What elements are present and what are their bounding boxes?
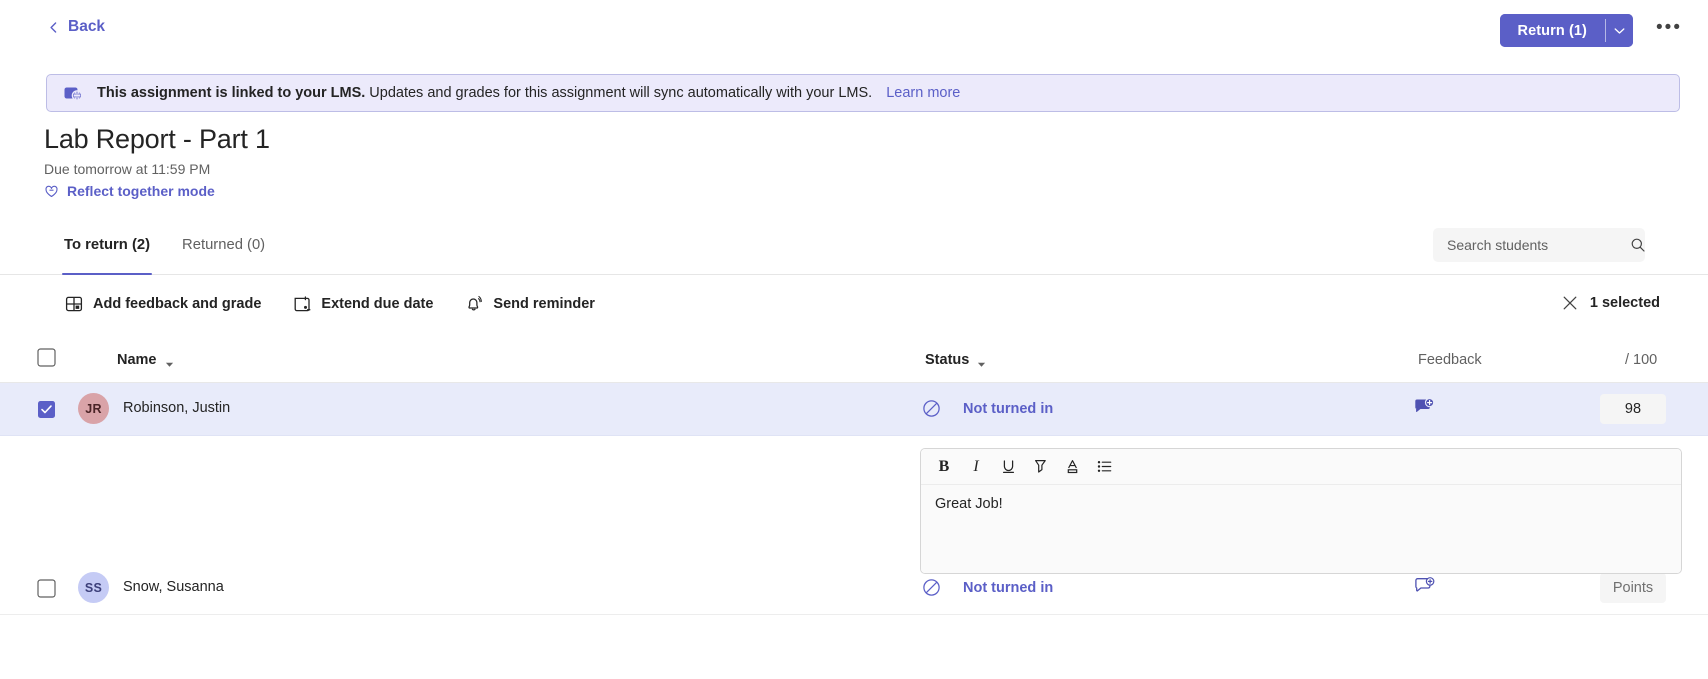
search-input[interactable] [1445,235,1630,254]
tab-list: To return (2) Returned (0) [48,215,281,275]
font-color-button[interactable] [1057,453,1087,481]
underline-icon [1000,458,1017,475]
add-feedback-grade-icon [65,295,83,313]
font-color-icon [1064,458,1081,475]
calendar-extend-icon [293,295,311,313]
back-label: Back [68,18,106,35]
page-title: Lab Report - Part 1 [44,124,270,154]
student-name: Snow, Susanna [123,579,224,595]
avatar-initials: SS [84,580,103,595]
highlight-button[interactable] [1025,453,1055,481]
feedback-editor-toolbar: B I [921,449,1681,485]
tab-to-return[interactable]: To return (2) [48,215,166,275]
add-feedback-and-grade-button[interactable]: Add feedback and grade [55,289,271,319]
avatar: SS [78,572,109,603]
return-button[interactable]: Return (1) [1499,14,1605,47]
avatar-initials: JR [85,401,102,416]
column-header-feedback: Feedback [1418,351,1482,369]
top-bar: Back Return (1) ••• [0,0,1708,62]
tab-returned-label: Returned (0) [182,237,266,253]
highlighter-icon [1032,458,1049,475]
clear-selection-button[interactable]: 1 selected [1562,295,1660,311]
assignment-header: Lab Report - Part 1 Due tomorrow at 11:5… [44,122,270,199]
not-turned-in-icon [922,399,941,418]
bell-icon [465,295,483,313]
select-all-checkbox[interactable] [37,348,56,372]
status-cell: Not turned in [922,399,1053,418]
points-cell[interactable] [1600,573,1666,603]
bulleted-list-button[interactable] [1089,453,1119,481]
italic-button[interactable]: I [961,453,991,481]
table-row-main: JR Robinson, Justin Not turned in [0,383,1708,435]
send-reminder-button[interactable]: Send reminder [455,289,605,319]
column-header-name[interactable]: Name [117,352,174,368]
row-checkbox[interactable] [37,579,56,603]
learn-more-link[interactable]: Learn more [886,85,960,101]
send-reminder-label: Send reminder [493,296,595,312]
column-header-name-label: Name [117,352,157,368]
table-header-row: Name Status Feedback / 100 [0,338,1708,383]
italic-icon: I [973,457,979,475]
feedback-added-icon[interactable] [1414,397,1435,423]
due-date-text: Due tomorrow at 11:59 PM [44,161,211,177]
lms-link-icon [63,83,83,103]
add-feedback-and-grade-label: Add feedback and grade [93,296,262,312]
column-header-feedback-label: Feedback [1418,352,1482,368]
status-label: Not turned in [963,400,1054,417]
bulleted-list-icon [1096,458,1113,475]
extend-due-date-label: Extend due date [321,296,434,312]
column-header-status-label: Status [925,352,970,368]
tab-to-return-label: To return (2) [64,237,151,253]
column-header-status[interactable]: Status [925,352,986,368]
heart-outline-icon [44,184,59,199]
chevron-left-icon [48,21,59,33]
selection-count-label: 1 selected [1589,295,1660,311]
back-button[interactable]: Back [48,18,105,36]
chevron-down-icon [1614,23,1625,38]
sort-caret-down-icon [165,356,174,367]
banner-strong-text: This assignment is linked to your LMS. [97,85,366,101]
return-split-button[interactable]: Return (1) [1499,14,1633,47]
assignment-grading-page: Back Return (1) ••• This assignment is l… [0,0,1708,679]
column-header-points: / 100 [1625,351,1657,369]
not-turned-in-icon [922,578,941,597]
reflect-together-mode-link[interactable]: Reflect together mode [44,183,270,199]
return-dropdown-button[interactable] [1606,14,1633,47]
bulk-actions: Add feedback and grade Extend due date S… [55,289,605,319]
status-cell: Not turned in [922,578,1053,597]
feedback-text-area[interactable]: Great Job! [921,485,1681,573]
extend-due-date-button[interactable]: Extend due date [283,289,443,319]
points-cell[interactable] [1600,394,1666,424]
points-input[interactable] [1600,573,1666,603]
underline-button[interactable] [993,453,1023,481]
search-students-box[interactable] [1433,228,1645,262]
search-icon [1630,237,1646,253]
bold-icon: B [938,457,950,475]
student-name: Robinson, Justin [123,400,231,416]
more-options-button[interactable]: ••• [1652,14,1686,47]
column-header-points-label: / 100 [1625,352,1658,368]
table-row[interactable]: JR Robinson, Justin Not turned in [0,383,1708,436]
close-icon [1562,295,1578,311]
bulk-action-toolbar: Add feedback and grade Extend due date S… [0,275,1708,338]
tabs-bar: To return (2) Returned (0) [0,215,1708,275]
bold-button[interactable]: B [929,453,959,481]
row-checkbox-checked[interactable] [37,400,56,424]
lms-link-banner: This assignment is linked to your LMS. U… [46,74,1680,112]
tab-returned[interactable]: Returned (0) [166,215,281,275]
banner-body-text: Updates and grades for this assignment w… [369,85,873,101]
avatar: JR [78,393,109,424]
feedback-add-icon[interactable] [1414,577,1435,602]
reflect-together-mode-label: Reflect together mode [67,183,215,199]
status-label: Not turned in [963,579,1054,596]
feedback-editor: B I Great Job! [920,448,1682,574]
sort-caret-down-icon [977,356,986,367]
points-input[interactable] [1600,394,1666,424]
